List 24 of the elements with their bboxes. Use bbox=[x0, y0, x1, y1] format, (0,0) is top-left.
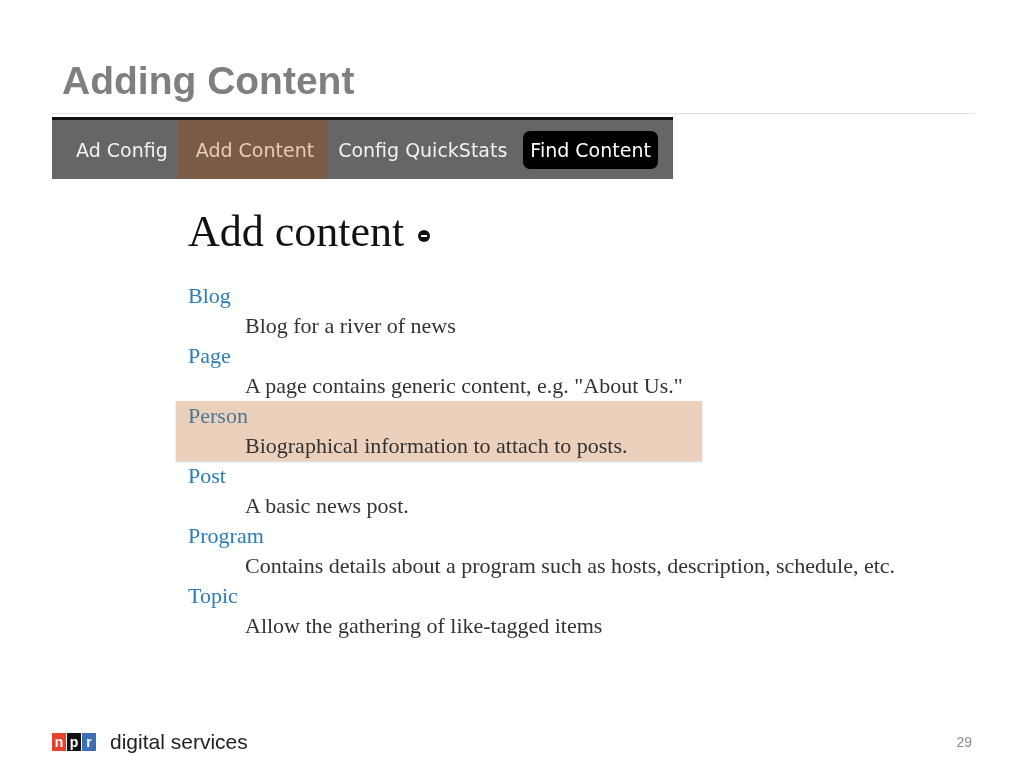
minus-circle-icon[interactable] bbox=[418, 230, 431, 242]
logo-letter-tile: n bbox=[52, 733, 66, 751]
content-type-link[interactable]: Blog bbox=[188, 283, 231, 308]
content-type-description: A page contains generic content, e.g. "About Us." bbox=[245, 372, 683, 400]
brand-name: digital services bbox=[110, 731, 248, 753]
content-type-description: A basic news post. bbox=[245, 492, 409, 520]
content-type-description: Biographical information to attach to posts. bbox=[245, 432, 628, 460]
slide-title: Adding Content bbox=[62, 58, 355, 104]
content-type-link[interactable]: Person bbox=[188, 403, 248, 428]
content-type-link[interactable]: Page bbox=[188, 343, 231, 368]
page-heading: Add content bbox=[188, 208, 405, 256]
content-type-link[interactable]: Post bbox=[188, 463, 226, 488]
content-type-description: Contains details about a program such as hosts, description, schedule, etc. bbox=[245, 552, 896, 580]
menu-tab[interactable]: Add Content bbox=[177, 120, 329, 179]
logo-letter-tile: p bbox=[67, 733, 81, 751]
menu-button[interactable]: Find Content bbox=[523, 130, 658, 169]
content-type-description: Blog for a river of news bbox=[245, 312, 456, 340]
content-type-link[interactable]: Program bbox=[188, 523, 264, 548]
logo-letter-tile: r bbox=[82, 733, 96, 751]
page-number: 29 bbox=[956, 734, 972, 750]
content-type-description: Allow the gathering of like-tagged items bbox=[245, 612, 603, 640]
menu-tab[interactable]: Config QuickStats bbox=[328, 120, 518, 179]
menu-tab[interactable]: Ad Config bbox=[66, 120, 178, 179]
content-type-link[interactable]: Topic bbox=[188, 583, 238, 608]
